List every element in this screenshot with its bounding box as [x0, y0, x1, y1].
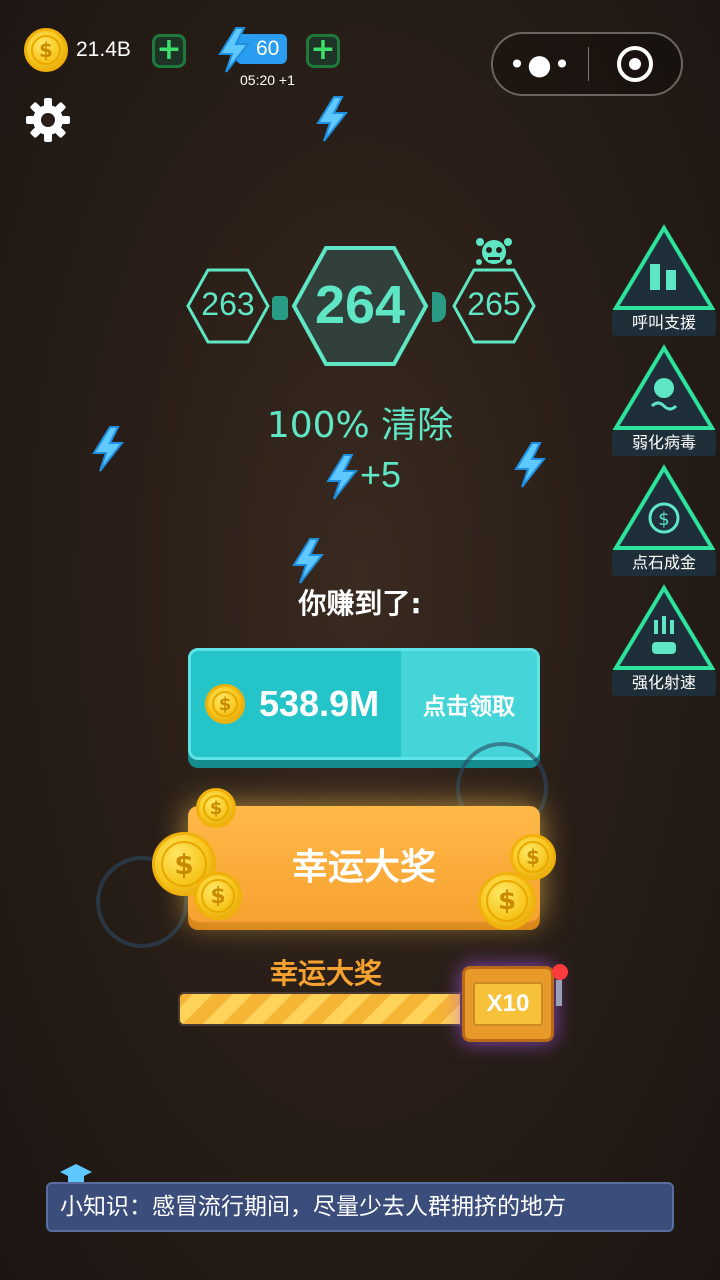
mini-program-capsule: •●•: [491, 32, 683, 96]
gear-icon[interactable]: [24, 96, 72, 144]
next-level-hex: 265: [452, 266, 536, 346]
coin-icon: $: [205, 684, 245, 724]
virus-boss-icon: [476, 238, 512, 265]
record-icon[interactable]: [589, 46, 681, 82]
slot-lever-knob: [552, 964, 568, 980]
lucky-prize-label: 幸运大奖: [291, 847, 436, 888]
add-energy-button[interactable]: +: [306, 34, 340, 68]
current-level-hex: 264: [290, 244, 430, 368]
previous-level-number: 263: [201, 286, 255, 322]
skill-weaken-virus[interactable]: 弱化病毒: [612, 344, 716, 456]
current-level-number: 264: [314, 275, 406, 335]
coin-icon: $: [478, 872, 536, 930]
level-connector: [432, 292, 446, 322]
multiplier-label: X10: [473, 982, 543, 1026]
tip-banner: 小知识：感冒流行期间，尽量少去人群拥挤的地方: [46, 1182, 674, 1232]
skill-label: 点石成金: [612, 550, 716, 576]
lucky-progress-label: 幸运大奖: [269, 957, 382, 990]
add-coins-button[interactable]: +: [152, 34, 186, 68]
lightning-icon: [292, 538, 325, 584]
coin-icon: $: [194, 872, 242, 920]
level-connector: [272, 296, 288, 320]
skill-call-support[interactable]: 呼叫支援: [612, 224, 716, 336]
previous-level-hex: 263: [186, 266, 270, 346]
svg-text:$: $: [658, 509, 669, 530]
skill-label: 弱化病毒: [612, 430, 716, 456]
skill-label: 强化射速: [612, 670, 716, 696]
slot-machine[interactable]: X10: [462, 966, 554, 1042]
next-level-number: 265: [467, 286, 521, 322]
lucky-progress-bar: [178, 992, 468, 1026]
lucky-progress-fill: [180, 994, 461, 1024]
lightning-icon: [326, 454, 359, 500]
energy-reward: +5: [360, 454, 402, 495]
claim-button-label: 点击领取: [401, 651, 537, 757]
coin-balance: 21.4B: [76, 38, 131, 61]
skill-label: 呼叫支援: [612, 310, 716, 336]
energy-timer: 05:20 +1: [240, 72, 295, 88]
skill-midas-touch[interactable]: $ 点石成金: [612, 464, 716, 576]
slot-lever: [556, 980, 562, 1006]
lightning-icon: [218, 27, 251, 73]
lightning-icon: [316, 96, 349, 142]
reward-amount: 538.9M: [259, 683, 380, 724]
skill-fire-rate[interactable]: 强化射速: [612, 584, 716, 696]
more-dots-icon[interactable]: •●•: [493, 48, 588, 81]
coin-icon: $: [196, 788, 236, 828]
coin-icon: $: [24, 28, 68, 72]
